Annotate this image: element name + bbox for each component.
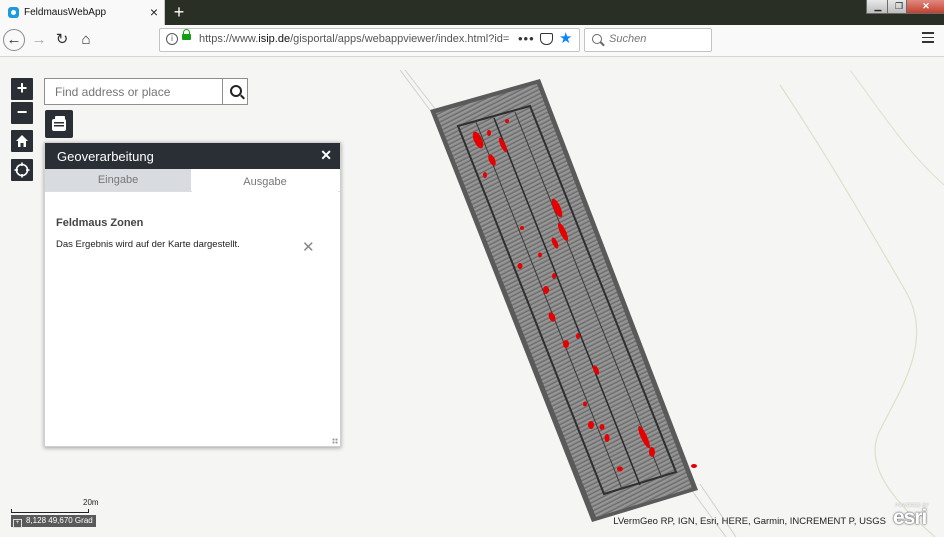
- zone-polygon: [583, 401, 587, 407]
- address-search[interactable]: [44, 78, 248, 105]
- scale-label: 20m: [83, 498, 99, 507]
- result-message: Das Ergebnis wird auf der Karte dargeste…: [56, 239, 240, 250]
- boundary-line: [849, 70, 944, 186]
- crosshair-icon: +: [13, 519, 22, 528]
- url-text[interactable]: https://www.isip.de/gisportal/apps/webap…: [199, 33, 509, 45]
- remove-result-icon[interactable]: ✕: [302, 238, 315, 256]
- browser-navbar: ← → ↻ ⌂ i https://www.isip.de/gisportal/…: [0, 25, 944, 57]
- esri-logo[interactable]: POWERED BY esri: [893, 503, 941, 529]
- zoom-out-icon: −: [16, 102, 28, 122]
- zone-polygon: [649, 447, 655, 457]
- zone-polygon: [538, 252, 542, 258]
- panel-tabs: Eingabe Ausgabe: [45, 169, 340, 193]
- forward-button[interactable]: →: [28, 29, 50, 51]
- map-view[interactable]: + − Geoverarbeitung ✕ Eingabe Ausgabe Fe…: [0, 70, 944, 537]
- window-close-button[interactable]: ✕: [906, 0, 944, 14]
- home-icon: [16, 135, 28, 147]
- back-button[interactable]: ←: [3, 29, 25, 51]
- map-attribution: LVermGeo RP, IGN, Esri, HERE, Garmin, IN…: [613, 516, 886, 527]
- bookmark-star-icon[interactable]: ★: [559, 29, 572, 47]
- esri-logo-text: esri: [893, 506, 927, 529]
- site-info-icon[interactable]: i: [166, 33, 178, 45]
- locate-icon: [14, 162, 30, 178]
- search-icon: [592, 34, 602, 44]
- panel-title: Geoverarbeitung: [57, 149, 154, 164]
- zone-polygon: [517, 263, 523, 269]
- zone-polygon: [617, 466, 623, 472]
- zone-polygon: [520, 226, 524, 230]
- zone-polygon: [604, 434, 610, 442]
- page-actions-icon[interactable]: •••: [518, 31, 535, 46]
- road-line: [699, 483, 737, 537]
- zoom-out-button[interactable]: −: [11, 102, 33, 124]
- pocket-icon[interactable]: [540, 33, 553, 45]
- locate-button[interactable]: [11, 159, 33, 181]
- address-search-button[interactable]: [222, 79, 247, 104]
- browser-search-bar[interactable]: [584, 28, 712, 52]
- coordinate-text: 8,128 49,670 Grad: [26, 516, 93, 525]
- browser-tab[interactable]: FeldmausWebApp ×: [0, 0, 165, 25]
- zone-polygon: [588, 421, 594, 429]
- tab-close-icon[interactable]: ×: [150, 4, 158, 20]
- boundary-line: [779, 84, 936, 537]
- road-line: [399, 70, 431, 111]
- tab-eingabe[interactable]: Eingabe: [45, 169, 191, 191]
- geoprocessing-panel: Geoverarbeitung ✕ Eingabe Ausgabe Feldma…: [44, 142, 341, 447]
- search-icon: [230, 85, 242, 97]
- zone-polygon: [576, 333, 580, 339]
- close-icon[interactable]: ✕: [320, 147, 332, 164]
- result-title: Feldmaus Zonen: [56, 217, 144, 229]
- tab-ausgabe[interactable]: Ausgabe: [192, 171, 338, 193]
- zone-polygon: [543, 286, 549, 294]
- coordinate-display[interactable]: +8,128 49,670 Grad: [11, 515, 96, 528]
- zone-polygon: [691, 464, 697, 468]
- home-extent-button[interactable]: [11, 130, 33, 152]
- panel-header: Geoverarbeitung ✕: [45, 143, 340, 169]
- scale-line: [11, 509, 89, 513]
- zone-polygon: [505, 119, 509, 123]
- geoprocessing-icon: [52, 116, 66, 131]
- geoprocessing-widget-button[interactable]: [45, 110, 73, 138]
- reload-button[interactable]: ↻: [51, 29, 73, 51]
- road-line: [404, 70, 437, 111]
- site-favicon-icon: [8, 7, 19, 18]
- lock-icon: [182, 29, 191, 40]
- zone-polygon: [483, 172, 487, 178]
- zone-polygon: [487, 130, 491, 136]
- zone-polygon: [552, 273, 556, 279]
- home-button[interactable]: ⌂: [75, 29, 97, 51]
- menu-icon[interactable]: [922, 32, 934, 46]
- zoom-in-button[interactable]: +: [11, 78, 33, 100]
- tab-title: FeldmausWebApp: [24, 7, 107, 18]
- browser-search-input[interactable]: [607, 32, 709, 46]
- new-tab-button[interactable]: +: [170, 1, 188, 23]
- browser-titlebar: FeldmausWebApp × + ▁ ❐ ✕: [0, 0, 944, 25]
- zoom-in-icon: +: [16, 78, 28, 98]
- url-bar[interactable]: i https://www.isip.de/gisportal/apps/web…: [159, 28, 580, 52]
- zone-polygon: [563, 340, 569, 348]
- resize-handle[interactable]: [332, 438, 338, 444]
- address-search-input[interactable]: [53, 84, 217, 100]
- field-imagery: [430, 79, 698, 522]
- zone-polygon: [599, 424, 605, 430]
